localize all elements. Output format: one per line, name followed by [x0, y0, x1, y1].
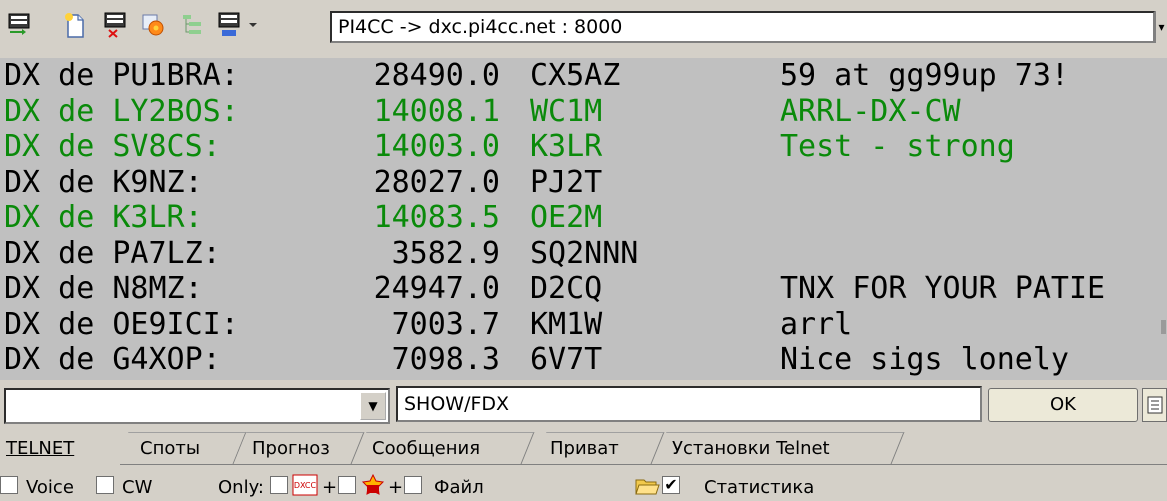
- terminal-scrollbar[interactable]: [1159, 58, 1167, 380]
- voice-label: Voice: [26, 477, 74, 498]
- spot-comment: 59 at gg99up 73!: [780, 58, 1069, 93]
- award-filter-checkbox[interactable]: [338, 476, 356, 494]
- spot-dx-call: K3LR: [530, 129, 603, 164]
- dx-cluster-terminal[interactable]: DX de PU1BRA: 28490.0 CX5AZ 59 at gg99up 73…: [0, 58, 1167, 380]
- cw-label: CW: [122, 477, 153, 498]
- spot-spotter: DX de LY2BOS:: [4, 93, 239, 129]
- tab-spots[interactable]: Споты: [140, 434, 200, 464]
- award-icon: [360, 473, 386, 496]
- spot-row[interactable]: DX de PU1BRA: 28490.0 CX5AZ 59 at gg99up 73…: [0, 58, 1167, 94]
- telnet-connect-icon[interactable]: [4, 10, 34, 40]
- spot-frequency: 14008.1: [373, 93, 500, 129]
- spot-spotter: DX de K9NZ:: [4, 164, 203, 200]
- spot-spotter: DX de PA7LZ:: [4, 235, 221, 271]
- voice-checkbox[interactable]: [0, 476, 18, 494]
- spot-dx-call: 6V7T: [530, 342, 603, 377]
- spot-frequency: 24947.0: [373, 271, 500, 306]
- tab-forecast[interactable]: Прогноз: [252, 434, 330, 464]
- keyboard-icon[interactable]: [1142, 388, 1167, 422]
- plus-sign-2: +: [388, 477, 404, 498]
- command-input[interactable]: [396, 386, 982, 422]
- cw-checkbox[interactable]: [96, 476, 114, 494]
- spot-row[interactable]: DX de K9NZ: 28027.0 PJ2T: [0, 165, 1167, 201]
- spot-dx-call: KM1W: [530, 306, 603, 342]
- tab-telnet-settings[interactable]: Установки Telnet: [672, 434, 830, 464]
- spot-row[interactable]: DX de G4XOP: 7098.3 6V7T Nice sigs lonely: [0, 342, 1167, 378]
- history-combo-arrow-icon[interactable]: ▼: [360, 392, 386, 420]
- spot-row[interactable]: DX de PA7LZ: 3582.9 SQ2NNN: [0, 236, 1167, 272]
- open-folder-icon[interactable]: [634, 474, 660, 496]
- only-label: Only:: [218, 477, 264, 498]
- settings-icon[interactable]: [138, 10, 168, 40]
- spot-row[interactable]: DX de N8MZ: 24947.0 D2CQ TNX FOR YOUR PATIE: [0, 271, 1167, 307]
- scrollbar-thumb[interactable]: [1161, 320, 1166, 334]
- statistics-checkbox[interactable]: ✔: [662, 476, 680, 494]
- new-document-icon[interactable]: [60, 10, 90, 40]
- only-filter-checkbox[interactable]: [270, 476, 288, 494]
- spot-dx-call: WC1M: [530, 93, 603, 129]
- spot-frequency: 3582.9: [391, 235, 500, 271]
- connection-address-field[interactable]: PI4CC -> dxc.pi4cc.net : 8000: [330, 11, 1155, 43]
- spot-comment: Test - strong: [780, 129, 1015, 164]
- spot-dx-call: D2CQ: [530, 271, 603, 306]
- spot-dx-call: OE2M: [530, 200, 603, 235]
- svg-text:DXCC: DXCC: [294, 481, 317, 490]
- address-dropdown-button[interactable]: ▾: [1155, 11, 1167, 43]
- spot-row[interactable]: DX de OE9ICI: 7003.7 KM1W arrl: [0, 307, 1167, 343]
- spot-dx-call: CX5AZ: [530, 58, 621, 93]
- spot-spotter: DX de K3LR:: [4, 200, 203, 235]
- dropdown-arrow-icon[interactable]: [244, 10, 262, 40]
- tree-view-icon[interactable]: [178, 10, 208, 40]
- spot-dx-call: SQ2NNN: [530, 235, 639, 271]
- spot-frequency: 28490.0: [373, 58, 500, 93]
- spot-frequency: 14083.5: [373, 200, 500, 235]
- spot-comment: TNX FOR YOUR PATIE: [780, 271, 1106, 306]
- tab-messages[interactable]: Сообщения: [372, 434, 480, 464]
- tab-telnet[interactable]: TELNET: [6, 434, 74, 464]
- status-bar: Voice CW Only: DXCC + + Файл ✔ Статистик…: [0, 466, 1167, 499]
- tab-bar: TELNET Споты Прогноз Сообщения Приват Ус…: [0, 428, 1167, 466]
- spot-row[interactable]: DX de SV8CS: 14003.0 K3LR Test - strong: [0, 129, 1167, 165]
- spot-frequency: 14003.0: [373, 129, 500, 164]
- plus-sign-1: +: [322, 477, 338, 498]
- telnet-disconnect-icon[interactable]: [100, 10, 130, 40]
- spot-spotter: DX de PU1BRA:: [4, 58, 239, 93]
- spot-frequency: 7098.3: [391, 342, 500, 377]
- file-filter-checkbox[interactable]: [404, 476, 422, 494]
- statistics-label: Статистика: [704, 477, 815, 498]
- file-label: Файл: [434, 477, 484, 498]
- spot-spotter: DX de OE9ICI:: [4, 306, 239, 342]
- spot-spotter: DX de G4XOP:: [4, 342, 221, 377]
- ok-button[interactable]: OK: [988, 388, 1138, 422]
- command-row: ▼ OK: [0, 380, 1167, 428]
- dxcc-icon: DXCC: [292, 474, 318, 496]
- history-combo[interactable]: ▼: [4, 388, 390, 424]
- spot-row[interactable]: DX de K3LR: 14083.5 OE2M: [0, 200, 1167, 236]
- spot-comment: Nice sigs lonely: [780, 342, 1069, 377]
- tab-private[interactable]: Приват: [550, 434, 619, 464]
- spot-frequency: 7003.7: [391, 306, 500, 342]
- spot-dx-call: PJ2T: [530, 164, 603, 200]
- spot-frequency: 28027.0: [373, 164, 500, 200]
- toolbar: PI4CC -> dxc.pi4cc.net : 8000 ▾: [0, 0, 1167, 58]
- spot-comment: arrl: [780, 306, 853, 342]
- spot-spotter: DX de SV8CS:: [4, 129, 221, 164]
- spot-comment: ARRL-DX-CW: [780, 93, 961, 129]
- spot-row[interactable]: DX de LY2BOS: 14008.1 WC1M ARRL-DX-CW: [0, 94, 1167, 130]
- spot-spotter: DX de N8MZ:: [4, 271, 203, 306]
- telnet-options-icon[interactable]: [214, 10, 244, 40]
